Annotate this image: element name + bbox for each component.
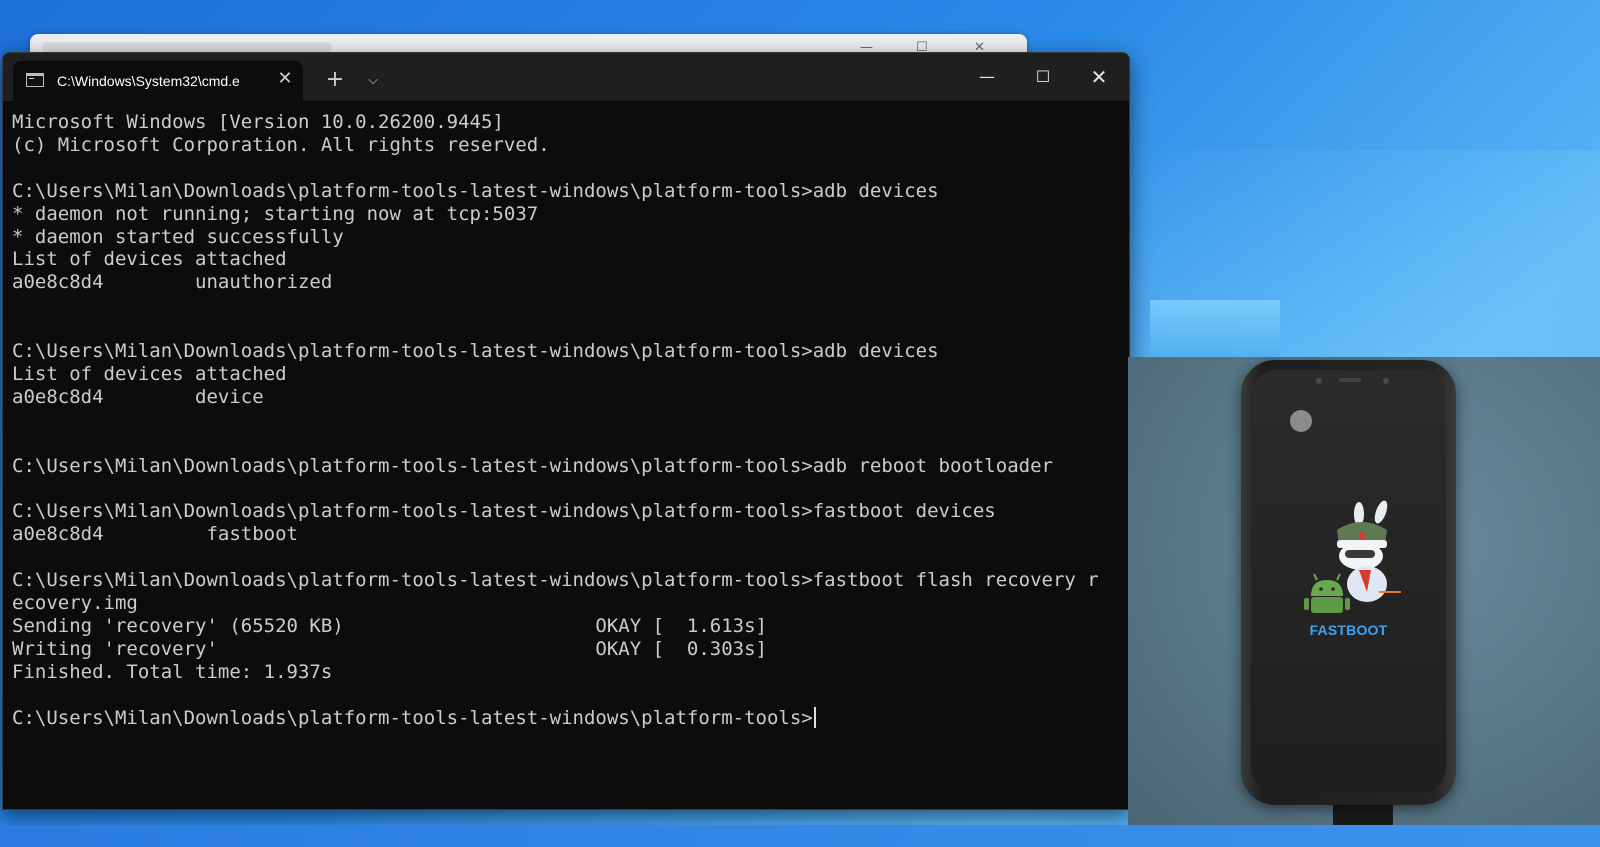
console-line: C:\Users\Milan\Downloads\platform-tools-… <box>12 706 813 729</box>
console-line: * daemon not running; starting now at tc… <box>12 202 539 225</box>
console-line: a0e8c8d4 unauthorized <box>12 271 333 294</box>
phone: FASTBOOT <box>1241 360 1456 805</box>
console-line: * daemon started successfully <box>12 225 344 248</box>
console-line: C:\Users\Milan\Downloads\platform-tools-… <box>12 454 1053 477</box>
tab-title: C:\Windows\System32\cmd.e <box>57 73 240 89</box>
cmd-icon <box>26 73 44 87</box>
close-button[interactable]: ✕ <box>1071 57 1127 97</box>
title-bar[interactable]: C:\Windows\System32\cmd.e ✕ + ⌵ — ☐ ✕ <box>3 53 1129 101</box>
phone-screen: FASTBOOT <box>1251 370 1446 793</box>
console-line: List of devices attached <box>12 362 287 385</box>
screen-reflection <box>1290 410 1312 432</box>
fastboot-label: FASTBOOT <box>1309 622 1388 638</box>
console-line: a0e8c8d4 device <box>12 385 264 408</box>
desktop-bottom-strip <box>0 825 1600 847</box>
console-output[interactable]: Microsoft Windows [Version 10.0.26200.94… <box>12 111 1123 809</box>
console-line: Sending 'recovery' (65520 KB) OKAY [ 1.6… <box>12 614 767 637</box>
close-tab-icon[interactable]: ✕ <box>275 69 295 89</box>
console-line: (c) Microsoft Corporation. All rights re… <box>12 133 550 156</box>
console-line: C:\Users\Milan\Downloads\platform-tools-… <box>12 340 939 363</box>
phone-photo: FASTBOOT <box>1128 357 1600 825</box>
text-cursor <box>813 706 816 728</box>
new-tab-button[interactable]: + <box>321 67 349 95</box>
tab-cmd[interactable]: C:\Windows\System32\cmd.e ✕ <box>13 61 303 101</box>
terminal-window: C:\Windows\System32\cmd.e ✕ + ⌵ — ☐ ✕ Mi… <box>2 52 1130 810</box>
background-window-tab <box>42 42 332 52</box>
maximize-button[interactable]: ☐ <box>1015 57 1071 97</box>
minimize-button[interactable]: — <box>959 57 1015 97</box>
front-camera <box>1316 378 1322 384</box>
console-line: Finished. Total time: 1.937s <box>12 660 333 683</box>
chevron-down-icon[interactable]: ⌵ <box>359 67 387 95</box>
console-line: List of devices attached <box>12 248 287 271</box>
front-sensor <box>1383 378 1389 384</box>
console-line: Microsoft Windows [Version 10.0.26200.94… <box>12 111 504 133</box>
console-line: C:\Users\Milan\Downloads\platform-tools-… <box>12 179 939 202</box>
console-line: C:\Users\Milan\Downloads\platform-tools-… <box>12 500 996 523</box>
console-line: Writing 'recovery' OKAY [ 0.303s] <box>12 637 767 660</box>
earpiece-speaker <box>1339 378 1361 382</box>
fastboot-mascot-icon <box>1304 500 1401 613</box>
console-line: ecovery.img <box>12 592 138 615</box>
console-line: a0e8c8d4 fastboot <box>12 523 298 546</box>
console-line: C:\Users\Milan\Downloads\platform-tools-… <box>12 569 1099 592</box>
